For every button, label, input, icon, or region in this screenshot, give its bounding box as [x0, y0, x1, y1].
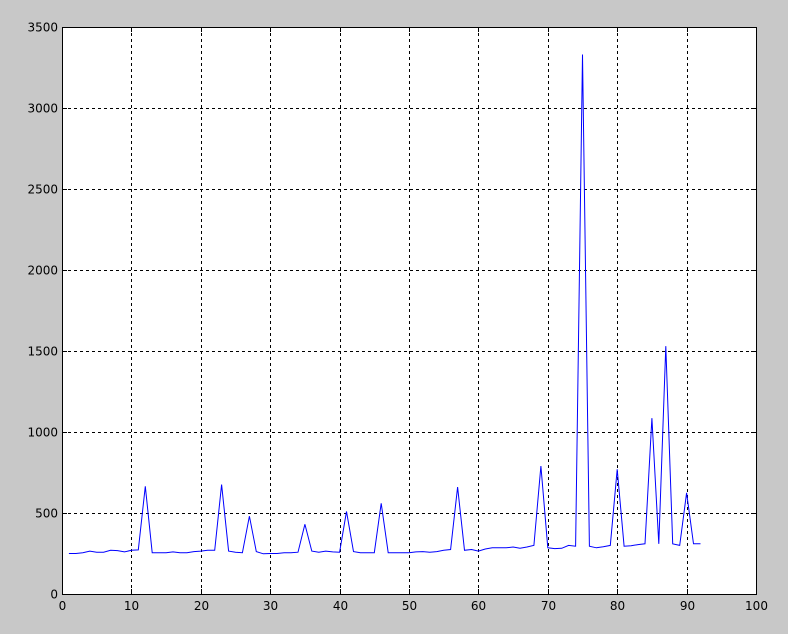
x-tick-label: 90 [680, 599, 695, 613]
y-tick-label: 3000 [27, 102, 58, 116]
y-tick-label: 0 [50, 588, 58, 602]
x-tick-label: 100 [745, 599, 768, 613]
y-tick-label: 2500 [27, 183, 58, 197]
x-tick-label: 60 [471, 599, 486, 613]
x-tick-label: 70 [541, 599, 556, 613]
y-tick-label: 1500 [27, 345, 58, 359]
x-tick-label: 20 [194, 599, 209, 613]
y-tick-label: 1000 [27, 426, 58, 440]
x-tick-label: 10 [124, 599, 139, 613]
x-tick-label: 80 [610, 599, 625, 613]
x-tick-label: 40 [333, 599, 348, 613]
chart-figure: 0 10 20 30 40 50 60 70 80 90 100 0 500 1000 1500 2000 2… [0, 0, 788, 634]
y-tick-label: 500 [35, 507, 58, 521]
y-tick-label: 2000 [27, 264, 58, 278]
y-tick-label: 3500 [27, 21, 58, 35]
x-tick-label: 50 [402, 599, 417, 613]
x-tick-label: 0 [59, 599, 67, 613]
x-tick-label: 30 [263, 599, 278, 613]
plot-area [62, 27, 757, 595]
